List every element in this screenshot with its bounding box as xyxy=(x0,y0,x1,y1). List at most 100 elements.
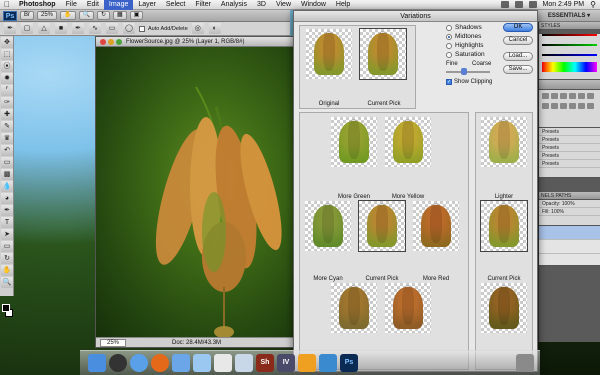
safari-dock-icon[interactable] xyxy=(130,354,148,372)
trash-dock-icon[interactable] xyxy=(516,354,534,372)
ellipse-shape-icon[interactable]: ◯ xyxy=(123,23,135,34)
mail-dock-icon[interactable] xyxy=(235,354,253,372)
styles-panel-tab[interactable]: STYLES xyxy=(539,22,600,30)
menu-analysis[interactable]: Analysis xyxy=(216,0,252,10)
dashboard-dock-icon[interactable] xyxy=(109,354,127,372)
path-subtract-icon[interactable]: ◐ xyxy=(208,23,221,34)
ok-button[interactable]: OK xyxy=(503,23,533,32)
menu-layer[interactable]: Layer xyxy=(133,0,161,10)
close-window-icon[interactable] xyxy=(100,39,106,45)
firefox-dock-icon[interactable] xyxy=(151,354,169,372)
shape-layers-icon[interactable]: ▢ xyxy=(21,23,33,34)
eyedropper-tool-icon[interactable]: ✑ xyxy=(1,97,13,108)
color-balance-icon[interactable] xyxy=(542,103,549,109)
fine-coarse-slider-thumb[interactable] xyxy=(461,68,467,75)
levels-icon[interactable] xyxy=(551,93,558,99)
move-tool-icon[interactable]: ✥ xyxy=(1,37,13,48)
darker-thumbnail[interactable] xyxy=(481,283,527,333)
pages-dock-icon[interactable] xyxy=(298,354,316,372)
rotate-view-button[interactable]: ↻ xyxy=(96,11,111,20)
3d-rotate-tool-icon[interactable]: ↻ xyxy=(1,253,13,264)
layers-panel-tabs[interactable]: NELS PATHS xyxy=(539,192,600,200)
layer-row-selected[interactable] xyxy=(539,226,600,240)
curves-icon[interactable] xyxy=(560,93,567,99)
menu-window[interactable]: Window xyxy=(296,0,331,10)
spotlight-icon[interactable]: ⚲ xyxy=(590,0,596,9)
arrange-documents-button[interactable]: ▦ xyxy=(113,11,127,20)
green-slider[interactable] xyxy=(542,44,597,46)
menu-view[interactable]: View xyxy=(271,0,296,10)
freeform-pen-icon[interactable]: ∿ xyxy=(89,23,101,34)
lighter-thumbnail[interactable] xyxy=(481,117,527,167)
zoom-window-icon[interactable] xyxy=(116,39,122,45)
menu-edit[interactable]: Edit xyxy=(82,0,104,10)
cancel-button[interactable]: Cancel xyxy=(503,36,533,45)
shadows-radio[interactable]: Shadows xyxy=(446,23,485,32)
lasso-tool-icon[interactable]: ⦿ xyxy=(1,61,13,72)
document-info[interactable]: Doc: 28.4M/43.3M xyxy=(172,338,221,347)
current-pick-thumbnail-right[interactable] xyxy=(480,200,528,252)
preset-row[interactable]: Presets xyxy=(539,128,600,136)
clone-stamp-tool-icon[interactable]: ♛ xyxy=(1,133,13,144)
more-cyan-thumbnail[interactable] xyxy=(305,201,351,251)
blur-tool-icon[interactable]: 💧 xyxy=(1,181,13,192)
adjustments-panel-tab[interactable] xyxy=(539,80,600,90)
volume-icon[interactable] xyxy=(514,1,523,8)
fill-pixels-icon[interactable]: ■ xyxy=(55,23,67,34)
preset-row[interactable]: Presets xyxy=(539,144,600,152)
more-magenta-thumbnail[interactable] xyxy=(385,283,431,333)
workspace-switcher[interactable]: ESSENTIALS ▾ xyxy=(538,10,600,22)
photo-filter-icon[interactable] xyxy=(560,103,567,109)
itunes-dock-icon[interactable] xyxy=(172,354,190,372)
blue-slider[interactable] xyxy=(542,54,597,56)
save-button[interactable]: Save... xyxy=(503,65,533,74)
menu-help[interactable]: Help xyxy=(331,0,355,10)
hand-tool-icon[interactable]: ✋ xyxy=(1,265,13,276)
more-blue-thumbnail[interactable] xyxy=(331,283,377,333)
menu-image[interactable]: Image xyxy=(103,0,134,10)
opacity-value[interactable]: 100% xyxy=(562,201,575,207)
current-pick-thumbnail-top[interactable] xyxy=(359,28,407,80)
menubar-clock[interactable]: Mon 2:49 PM xyxy=(543,1,585,8)
more-red-thumbnail[interactable] xyxy=(413,201,459,251)
brush-tool-icon[interactable]: ✎ xyxy=(1,121,13,132)
show-clipping-control[interactable]: ✓ Show Clipping xyxy=(446,79,492,85)
show-clipping-checkbox[interactable]: ✓ xyxy=(446,79,452,85)
type-tool-icon[interactable]: T xyxy=(1,217,13,228)
minimize-window-icon[interactable] xyxy=(108,39,114,45)
iv-dock-icon[interactable]: IV xyxy=(277,354,295,372)
foreground-color-swatch[interactable] xyxy=(2,304,10,312)
layer-row[interactable] xyxy=(539,240,600,254)
wifi-icon[interactable] xyxy=(500,1,509,8)
zoom-tool-button[interactable]: 🔍 xyxy=(78,11,94,20)
quick-select-tool-icon[interactable]: ✹ xyxy=(1,73,13,84)
highlights-radio[interactable]: Highlights xyxy=(446,41,485,50)
flash-dock-icon[interactable] xyxy=(319,354,337,372)
brightness-contrast-icon[interactable] xyxy=(542,93,549,99)
saturation-radio[interactable]: Saturation xyxy=(446,50,485,59)
path-select-tool-icon[interactable]: ➤ xyxy=(1,229,13,240)
zoom-level-select[interactable]: 25% xyxy=(37,11,58,20)
bridge-button[interactable]: Br xyxy=(20,11,34,20)
hue-sat-icon[interactable] xyxy=(587,93,594,99)
document-zoom-field[interactable]: 25% xyxy=(100,339,127,347)
preset-row[interactable]: Presets xyxy=(539,152,600,160)
path-combine-icon[interactable]: ◎ xyxy=(191,23,204,34)
color-ramp[interactable] xyxy=(542,62,597,72)
fine-coarse-slider-track[interactable] xyxy=(446,71,490,73)
photoshop-dock-icon[interactable]: Ps xyxy=(340,354,358,372)
auto-add-delete-checkbox[interactable] xyxy=(139,25,145,32)
fill-value[interactable]: 100% xyxy=(551,209,564,215)
preview-dock-icon[interactable] xyxy=(193,354,211,372)
paths-icon[interactable]: △ xyxy=(38,23,50,34)
pen-icon[interactable]: ✒ xyxy=(72,23,84,34)
menu-filter[interactable]: Filter xyxy=(190,0,216,10)
battery-icon[interactable] xyxy=(528,1,537,8)
hand-tool-button[interactable]: ✋ xyxy=(60,11,76,20)
document-canvas[interactable] xyxy=(96,47,294,339)
marquee-tool-icon[interactable]: ⬚ xyxy=(1,49,13,60)
original-thumbnail[interactable] xyxy=(306,29,352,79)
current-pick-thumbnail-center[interactable] xyxy=(358,200,406,252)
zoom-tool-icon[interactable]: 🔍 xyxy=(1,277,13,288)
gradient-tool-icon[interactable]: ▩ xyxy=(1,169,13,180)
